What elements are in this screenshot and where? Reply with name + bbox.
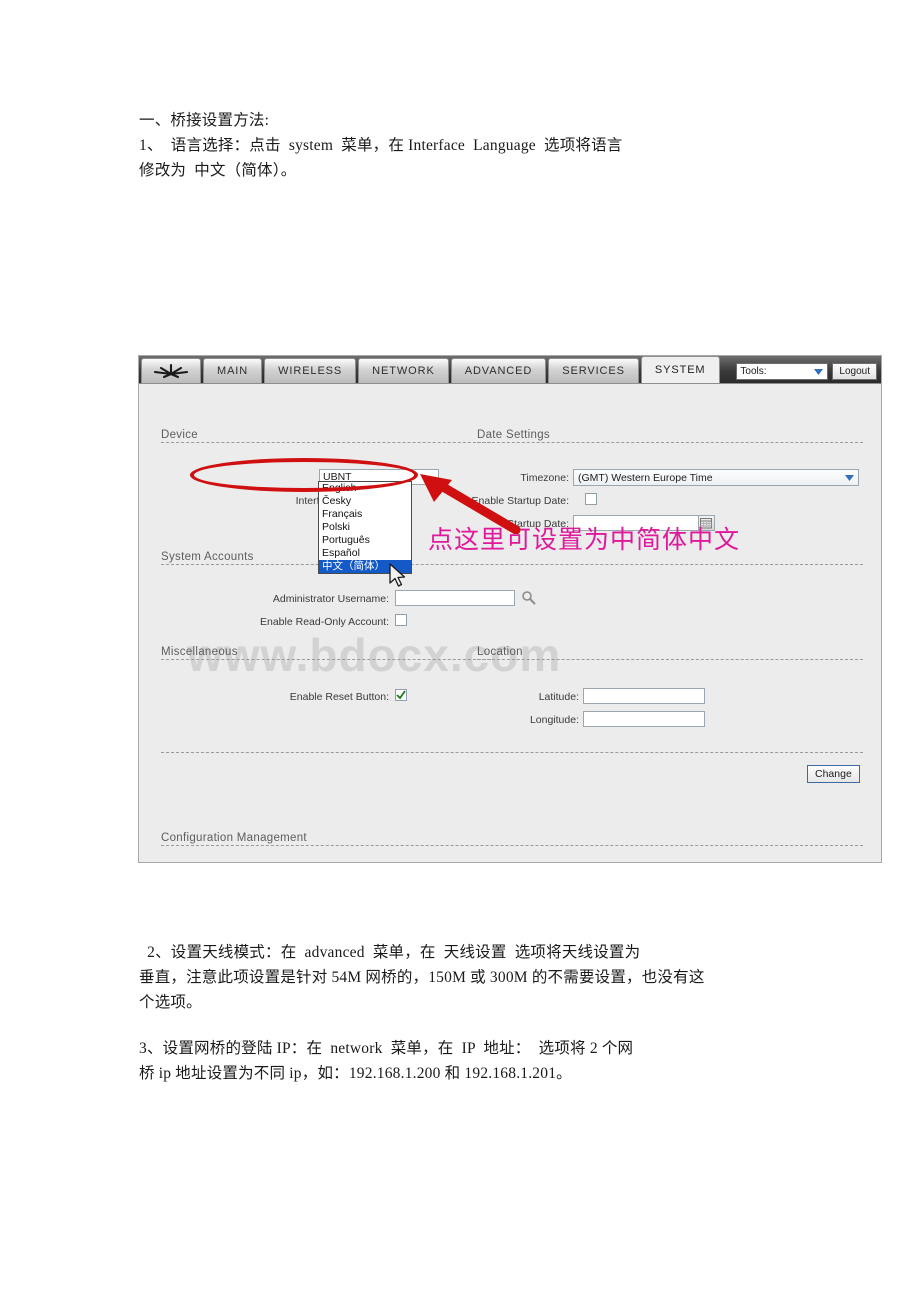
interface-language-dropdown-list[interactable]: English Česky Français Polski Português … (318, 481, 412, 574)
language-option-cesky[interactable]: Česky (319, 495, 411, 508)
check-icon (396, 690, 406, 700)
magnifier-icon[interactable] (521, 590, 536, 610)
longitude-input[interactable] (583, 711, 705, 727)
timezone-label: Timezone: (520, 472, 569, 484)
divider-system-accounts (161, 564, 863, 565)
magnifier-glyph-icon (522, 591, 536, 605)
change-button-label: Change (815, 768, 852, 780)
tab-main-label: MAIN (217, 365, 249, 377)
tab-services[interactable]: SERVICES (548, 358, 639, 383)
tab-network-label: NETWORK (372, 365, 435, 377)
step2-paragraph: 2、设置天线模式：在 advanced 菜单，在 天线设置 选项将天线设置为 垂… (139, 944, 705, 1011)
ubiquiti-logo-icon (153, 363, 189, 379)
divider-miscellaneous (161, 659, 491, 660)
chevron-down-icon (812, 365, 825, 378)
section-title-miscellaneous: Miscellaneous (161, 646, 238, 658)
enable-startup-date-label: Enable Startup Date: (471, 495, 569, 507)
divider-change-row (161, 752, 863, 753)
divider-configuration-management (161, 845, 863, 846)
tab-system-label: SYSTEM (654, 364, 706, 376)
mouse-cursor-icon (389, 563, 406, 587)
tab-services-label: SERVICES (562, 365, 625, 377)
latitude-input[interactable] (583, 688, 705, 704)
language-option-francais[interactable]: Français (319, 508, 411, 521)
enable-readonly-account-label: Enable Read-Only Account: (260, 616, 389, 628)
intro-paragraph: 一、桥接设置方法: 1、 语言选择：点击 system 菜单，在 Interfa… (139, 112, 623, 179)
section-title-location: Location (477, 646, 523, 658)
enable-reset-button-label: Enable Reset Button: (289, 691, 389, 703)
language-option-polski[interactable]: Polski (319, 521, 411, 534)
section-title-device: Device (161, 429, 198, 441)
main-navbar: MAIN WIRELESS NETWORK ADVANCED SERVICES … (139, 356, 881, 384)
change-button[interactable]: Change (807, 765, 860, 783)
enable-readonly-account-checkbox[interactable] (395, 614, 407, 626)
magenta-annotation-note: 点这里可设置为中简体中文 (428, 527, 741, 554)
section-title-configuration-management: Configuration Management (161, 832, 307, 844)
ubiquiti-logo[interactable] (141, 358, 201, 383)
tools-dropdown-label: Tools: (740, 366, 767, 377)
tab-wireless[interactable]: WIRELESS (264, 358, 357, 383)
tools-dropdown[interactable]: Tools: (736, 363, 829, 380)
tab-advanced[interactable]: ADVANCED (450, 358, 547, 383)
system-settings-body: www.bdocx.com Device Device Name: UBNT I… (139, 384, 881, 862)
language-option-espanol[interactable]: Español (319, 547, 411, 560)
divider-date-settings (477, 442, 863, 443)
step3-paragraph: 3、设置网桥的登陆 IP：在 network 菜单，在 IP 地址： 选项将 2… (139, 1040, 634, 1082)
enable-reset-button-checkbox[interactable] (395, 689, 407, 701)
timezone-select[interactable]: (GMT) Western Europe Time (573, 469, 859, 486)
language-option-portugues[interactable]: Português (319, 534, 411, 547)
timezone-value: (GMT) Western Europe Time (578, 471, 713, 484)
tab-network[interactable]: NETWORK (358, 358, 449, 383)
section-title-date-settings: Date Settings (477, 429, 550, 441)
enable-startup-date-checkbox[interactable] (585, 493, 597, 505)
tab-wireless-label: WIRELESS (278, 365, 343, 377)
navbar-right-controls: Tools: Logout (736, 363, 881, 383)
chevron-down-icon (843, 471, 856, 484)
administrator-username-input[interactable] (395, 590, 515, 606)
logout-button[interactable]: Logout (832, 363, 877, 380)
router-admin-screenshot: MAIN WIRELESS NETWORK ADVANCED SERVICES … (138, 355, 882, 863)
section-title-system-accounts: System Accounts (161, 551, 254, 563)
logout-button-label: Logout (839, 366, 870, 377)
longitude-label: Longitude: (529, 714, 579, 726)
divider-device (161, 442, 491, 443)
tab-system[interactable]: SYSTEM (640, 356, 720, 383)
latitude-label: Latitude: (538, 691, 579, 703)
tab-main[interactable]: MAIN (203, 358, 263, 383)
tab-advanced-label: ADVANCED (464, 365, 533, 377)
administrator-username-label: Administrator Username: (272, 593, 389, 605)
divider-location (477, 659, 863, 660)
language-option-english[interactable]: English (319, 482, 411, 495)
